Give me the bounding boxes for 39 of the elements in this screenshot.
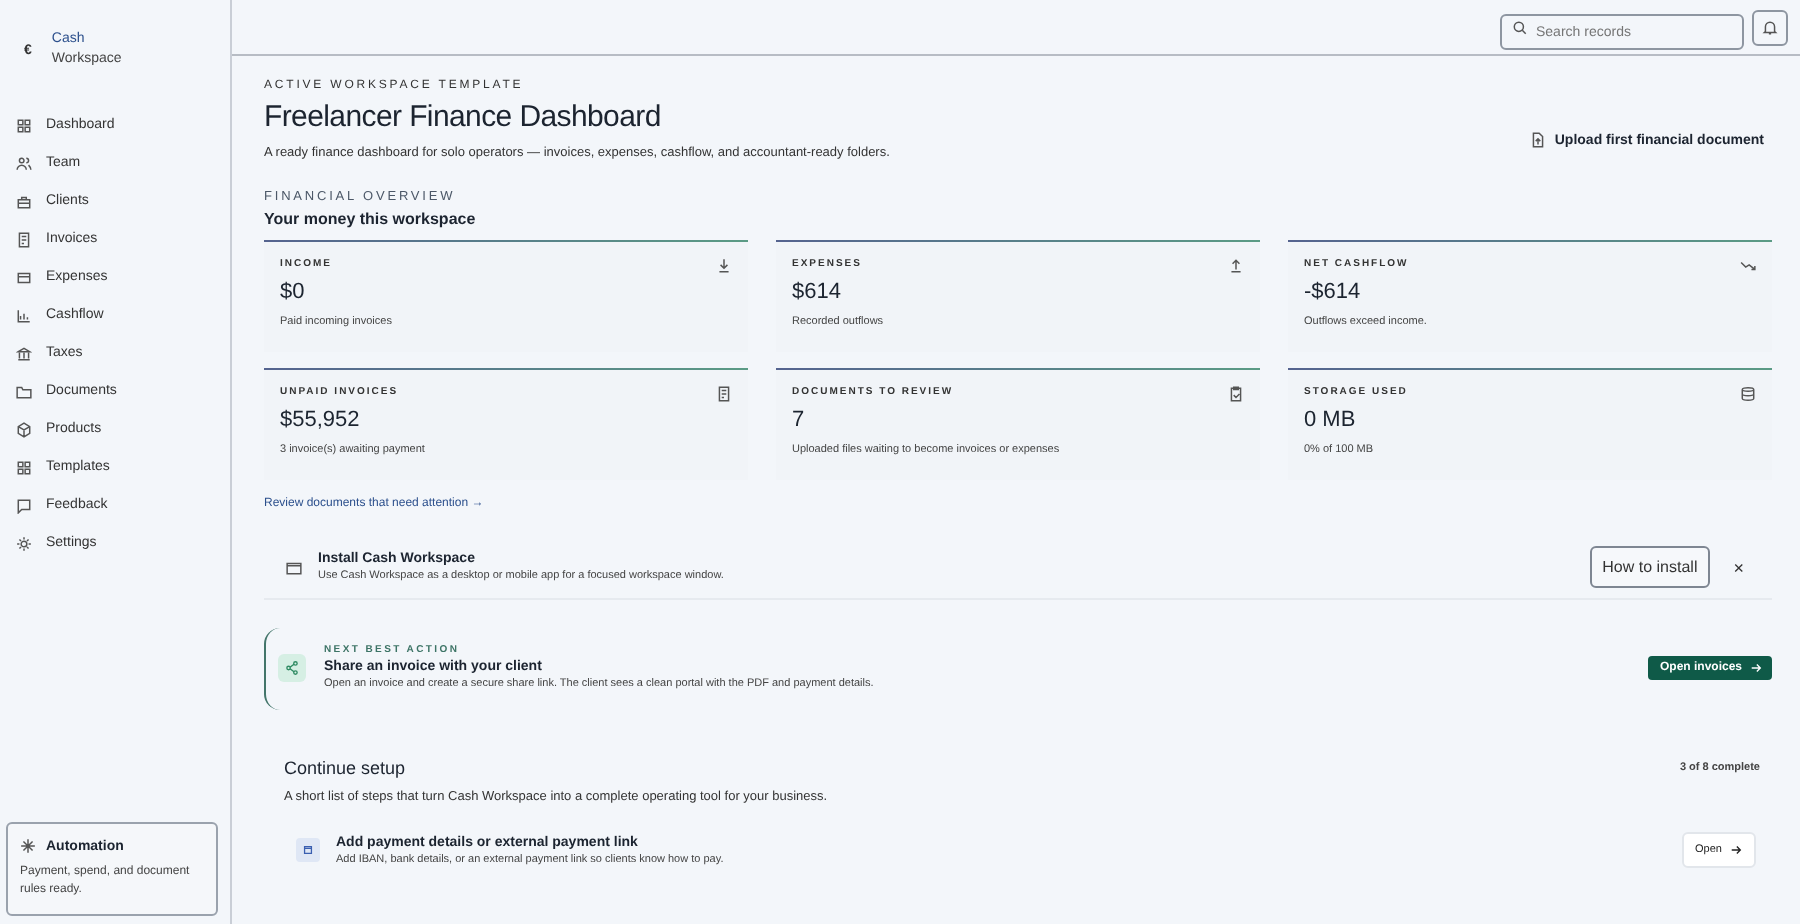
nav-icon [16, 459, 32, 475]
nav-icon [16, 193, 32, 209]
nav-icon [16, 117, 32, 133]
nav-icon [16, 497, 32, 513]
download-icon [716, 258, 732, 274]
stat-value: $0 [280, 280, 307, 304]
stat-value: -$614 [1304, 280, 1363, 304]
arrow-icon [1750, 661, 1762, 673]
setup-title: Continue setup [284, 758, 406, 778]
page-title: Freelancer Finance Dashboard [264, 100, 663, 134]
bell-icon [1762, 19, 1778, 35]
database-icon [1740, 386, 1756, 402]
window-icon [286, 559, 302, 575]
nav-icon [16, 269, 32, 285]
receipt-icon [716, 386, 732, 402]
upload-icon [1228, 258, 1244, 274]
stat-value: 7 [792, 408, 807, 432]
stat-value: $614 [792, 280, 843, 304]
section-title: Your money this workspace [264, 210, 478, 228]
arrow-icon [1730, 844, 1742, 856]
sparkle-icon [20, 838, 36, 854]
nav-icon [16, 345, 32, 361]
trend-icon [1740, 258, 1756, 274]
clipboard-icon [1228, 386, 1244, 402]
card-icon [296, 838, 320, 862]
close-button[interactable]: × [1725, 557, 1752, 577]
nav-icon [16, 421, 32, 437]
nav-icon [16, 383, 32, 399]
file-upload-icon [1530, 132, 1547, 148]
nav-icon [16, 307, 32, 323]
share-icon [278, 653, 306, 681]
nav-icon [16, 231, 32, 247]
how-to-install-button[interactable]: How to install [1590, 546, 1710, 588]
nav-icon [16, 535, 32, 551]
search-icon [1512, 19, 1528, 35]
stat-value: 0 MB [1304, 408, 1358, 432]
notifications-button[interactable] [1752, 9, 1788, 45]
nav-icon [16, 155, 32, 171]
stat-value: $55,952 [280, 408, 362, 432]
